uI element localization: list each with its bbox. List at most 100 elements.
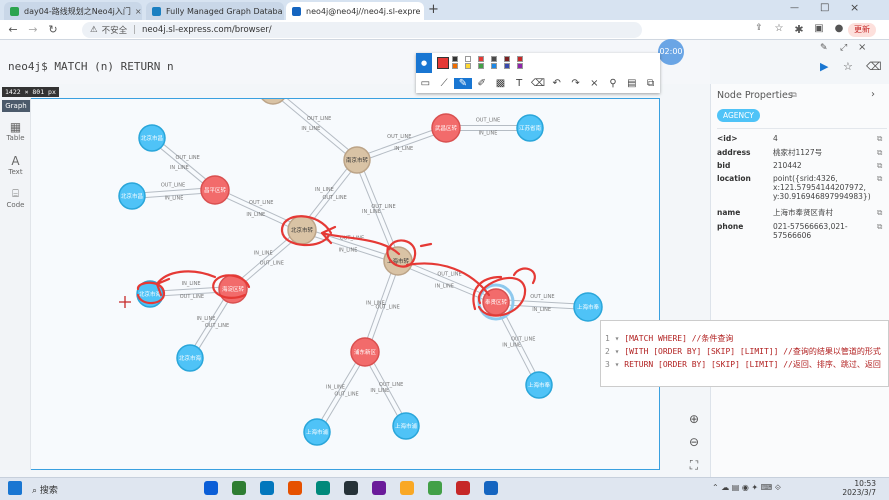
graph-canvas[interactable]: IN_LINE OUT_LINE IN_LINE OUT_LINE IN_LINE OUT… (0, 98, 660, 470)
color-swatch[interactable] (452, 63, 458, 69)
favorite-star-icon[interactable]: ☆ (843, 60, 853, 73)
start-icon[interactable] (8, 481, 22, 495)
cypher-editor[interactable]: neo4j$ MATCH (n) RETURN n (8, 60, 174, 73)
table-icon: ▦ (9, 120, 22, 134)
color-swatch[interactable] (517, 56, 523, 62)
view-tab-text[interactable]: A Text (0, 154, 31, 176)
extensions-icon[interactable]: ✱ (792, 23, 806, 36)
cursor-crosshair-icon (119, 296, 131, 308)
sidebar-toggle-icon[interactable]: ▣ (812, 23, 826, 34)
color-swatch[interactable] (504, 63, 510, 69)
color-swatch[interactable] (465, 63, 471, 69)
close-frame-icon[interactable]: × (858, 42, 866, 53)
close-tab-icon[interactable]: × (420, 7, 424, 16)
save-icon[interactable]: ▤ (622, 78, 641, 89)
forward-icon[interactable]: → (26, 23, 40, 36)
rectangle-tool-icon[interactable]: ▭ (416, 78, 435, 89)
reload-icon[interactable]: ↻ (46, 23, 60, 36)
tray-icons[interactable]: ⌃ ☁ ▤ ◉ ✦ ⌨ ⟐ (712, 483, 781, 493)
view-tab-code[interactable]: ⌸ Code (0, 187, 31, 209)
copy-value-icon[interactable]: ⧉ (877, 208, 882, 217)
line-tool-icon[interactable]: ⟋ (435, 78, 454, 89)
maximize-icon[interactable]: □ (820, 2, 829, 13)
color-swatch[interactable] (478, 56, 484, 62)
undo-icon[interactable]: ↶ (547, 78, 566, 89)
app-icon[interactable] (260, 481, 274, 495)
current-color-swatch[interactable] (437, 57, 449, 69)
app-icon[interactable] (484, 481, 498, 495)
tab-3-active[interactable]: neo4j@neo4j//neo4j.sl-expre × (286, 2, 424, 20)
copy-value-icon[interactable]: ⧉ (877, 134, 882, 143)
taskbar-search[interactable]: ⌕ 搜索 (32, 483, 58, 496)
text-tool-icon[interactable]: T (510, 78, 529, 89)
cancel-icon[interactable]: × (585, 78, 604, 89)
color-swatch[interactable] (491, 63, 497, 69)
pin-icon[interactable]: ✎ (820, 43, 828, 53)
app-icon[interactable] (204, 481, 218, 495)
color-swatch[interactable] (491, 56, 497, 62)
zoom-out-icon[interactable]: ⊖ (684, 432, 704, 452)
color-swatch[interactable] (478, 63, 484, 69)
app-icon[interactable] (428, 481, 442, 495)
tab-2[interactable]: Fully Managed Graph Databa × (146, 2, 284, 20)
pen-tool-icon[interactable]: ✎ (453, 78, 473, 89)
url-field[interactable]: ⚠ 不安全 | neo4j.sl-express.com/browser/ (82, 22, 642, 38)
clock-date: 2023/3/7 (842, 488, 876, 497)
tab-bar: day04-路线规划之Neo4j入门 × Fully Managed Graph… (0, 0, 889, 20)
app-icon[interactable] (456, 481, 470, 495)
app-icon[interactable] (316, 481, 330, 495)
copy-value-icon[interactable]: ⧉ (877, 174, 882, 183)
color-swatch[interactable] (465, 56, 471, 62)
tab-2-label: Fully Managed Graph Databa (166, 6, 283, 16)
pin-screenshot-icon[interactable]: ⚲ (604, 78, 623, 89)
view-tab-graph[interactable]: Graph (2, 100, 30, 112)
copy-all-icon[interactable]: ⧉ (791, 90, 797, 100)
eraser-tool-icon[interactable]: ⌫ (529, 78, 548, 89)
label-badge[interactable]: AGENCY (717, 109, 760, 122)
fullscreen-icon[interactable]: ⤢ (840, 43, 847, 53)
color-swatch[interactable] (452, 56, 458, 62)
share-icon[interactable]: ⇪ (752, 23, 766, 33)
back-icon[interactable]: ← (6, 23, 20, 36)
app-icon[interactable] (372, 481, 386, 495)
zoom-in-icon[interactable]: ⊕ (684, 409, 704, 429)
run-icon[interactable]: ▶ (820, 60, 828, 73)
url-text: neo4j.sl-express.com/browser/ (142, 25, 272, 35)
color-swatch[interactable] (517, 63, 523, 69)
copy-icon[interactable]: ⧉ (641, 78, 660, 89)
code-tab-label: Code (6, 201, 25, 209)
close-tab-icon[interactable]: × (283, 7, 284, 16)
update-button[interactable]: 更新 (848, 23, 876, 37)
app-icon[interactable] (344, 481, 358, 495)
app-icon[interactable] (400, 481, 414, 495)
app-icon[interactable] (232, 481, 246, 495)
timer-badge: 02:00 (658, 39, 684, 65)
redo-icon[interactable]: ↷ (566, 78, 585, 89)
app-icon[interactable] (288, 481, 302, 495)
color-mode-button[interactable]: ● (416, 53, 432, 73)
mosaic-tool-icon[interactable]: ▩ (491, 78, 510, 89)
color-swatch[interactable] (504, 56, 510, 62)
clock[interactable]: 10:53 2023/3/7 (806, 479, 876, 497)
marker-tool-icon[interactable]: ✐ (472, 78, 491, 89)
clear-icon[interactable]: ⌫ (866, 60, 882, 73)
view-tab-table[interactable]: ▦ Table (0, 120, 31, 142)
new-tab-icon[interactable]: + (428, 2, 439, 17)
copy-value-icon[interactable]: ⧉ (877, 222, 882, 231)
property-value: point({srid:4326, x:121.57954144207972, … (773, 174, 871, 201)
relationship-label: IN_LINE (301, 126, 320, 132)
collapse-panel-icon[interactable]: › (871, 89, 875, 100)
copy-value-icon[interactable]: ⧉ (877, 161, 882, 170)
fit-icon[interactable]: ⛶ (684, 455, 704, 475)
close-tab-icon[interactable]: × (131, 7, 142, 16)
profile-icon[interactable]: ● (832, 23, 846, 34)
graph-svg[interactable]: IN_LINEOUT_LINEIN_LINEOUT_LINEIN_LINEOUT… (1, 99, 661, 471)
relationship-label: OUT_LINE (249, 200, 273, 206)
bookmark-star-icon[interactable]: ☆ (772, 23, 786, 34)
tab-1[interactable]: day04-路线规划之Neo4j入门 × (4, 2, 142, 20)
minimize-icon[interactable]: — (790, 3, 799, 13)
close-window-icon[interactable]: × (850, 1, 859, 14)
relationship-label: OUT_LINE (530, 294, 554, 300)
graph-node-label: 江苏省南 (519, 124, 542, 132)
copy-value-icon[interactable]: ⧉ (877, 148, 882, 157)
